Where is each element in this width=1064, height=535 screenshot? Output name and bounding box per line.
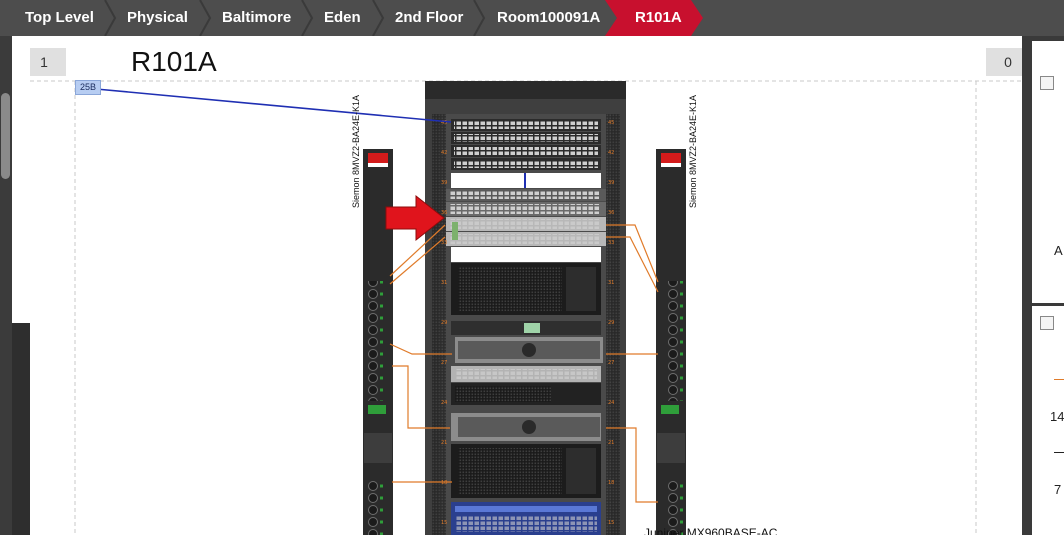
rack-elevation-diagram: 454239 363331 292724 211815 454239 36333… — [30, 80, 1022, 535]
crumb-physical[interactable]: Physical — [127, 0, 188, 36]
crumb-current-rack[interactable]: R101A — [635, 0, 682, 36]
crumb-room[interactable]: Room100091A — [497, 0, 600, 36]
svg-text:18: 18 — [608, 480, 614, 486]
svg-text:24: 24 — [608, 400, 614, 406]
chevron-right-icon — [199, 0, 212, 36]
svg-text:27: 27 — [441, 360, 447, 366]
svg-text:42: 42 — [608, 150, 614, 156]
properties-panel: A 14 7 — [1022, 36, 1064, 535]
crumb-top-level[interactable]: Top Level — [25, 0, 94, 36]
properties-divider — [1054, 379, 1064, 380]
svg-text:33: 33 — [441, 240, 447, 246]
svg-text:24: 24 — [441, 400, 447, 406]
svg-text:45: 45 — [608, 120, 614, 126]
rack-appliance[interactable] — [451, 321, 603, 441]
chevron-right-icon — [372, 0, 385, 36]
data-cable — [95, 88, 452, 123]
pdu-right-label: Siemon 8MVZ2-BA24E-K1A — [688, 94, 698, 208]
svg-text:36: 36 — [608, 210, 614, 216]
properties-checkbox-1[interactable] — [1040, 76, 1054, 90]
breadcrumb: Top Level Physical Baltimore Eden 2nd Fl… — [0, 0, 1064, 36]
crumb-baltimore[interactable]: Baltimore — [222, 0, 291, 36]
pdu-left-label: Siemon 8MVZ2-BA24E-K1A — [351, 94, 361, 208]
svg-text:31: 31 — [608, 280, 614, 286]
storage-server[interactable] — [451, 263, 601, 315]
properties-divider — [1054, 452, 1064, 453]
chevron-right-icon — [104, 0, 117, 36]
properties-value-2: 14 — [1050, 409, 1064, 424]
left-panel-top — [12, 36, 30, 323]
svg-text:36: 36 — [441, 210, 447, 216]
svg-text:42: 42 — [441, 150, 447, 156]
rack-canvas[interactable]: 1 0 R101A 45 42 39 36 33 31 29 27 24 21 … — [30, 36, 1022, 535]
svg-text:39: 39 — [608, 180, 614, 186]
chevron-right-icon — [301, 0, 314, 36]
svg-text:21: 21 — [608, 440, 614, 446]
vertical-scrollbar[interactable] — [0, 36, 12, 535]
pdu-right[interactable] — [656, 149, 686, 535]
svg-text:18: 18 — [441, 480, 447, 486]
lower-server[interactable] — [451, 444, 601, 498]
chevron-right-icon — [473, 0, 486, 36]
scroll-thumb[interactable] — [1, 93, 10, 179]
port-tag[interactable]: 25B — [75, 80, 101, 95]
svg-text:15: 15 — [441, 520, 447, 526]
svg-text:29: 29 — [441, 320, 447, 326]
empty-slot — [451, 247, 601, 262]
left-side-panel — [12, 36, 30, 535]
properties-checkbox-2[interactable] — [1040, 316, 1054, 330]
svg-text:15: 15 — [608, 520, 614, 526]
properties-value-3: 7 — [1054, 482, 1062, 497]
svg-text:31: 31 — [441, 280, 447, 286]
svg-text:29: 29 — [608, 320, 614, 326]
juniper-router[interactable] — [451, 502, 601, 535]
bottom-device-label: Juniper MX960BASE-AC — [644, 526, 778, 535]
svg-text:21: 21 — [441, 440, 447, 446]
svg-text:27: 27 — [608, 360, 614, 366]
network-switch-group[interactable] — [446, 189, 606, 246]
rack-top — [425, 81, 626, 99]
crumb-2nd-floor[interactable]: 2nd Floor — [395, 0, 463, 36]
svg-text:33: 33 — [608, 240, 614, 246]
svg-text:39: 39 — [441, 180, 447, 186]
properties-value-1: A — [1054, 243, 1063, 258]
crumb-eden[interactable]: Eden — [324, 0, 361, 36]
